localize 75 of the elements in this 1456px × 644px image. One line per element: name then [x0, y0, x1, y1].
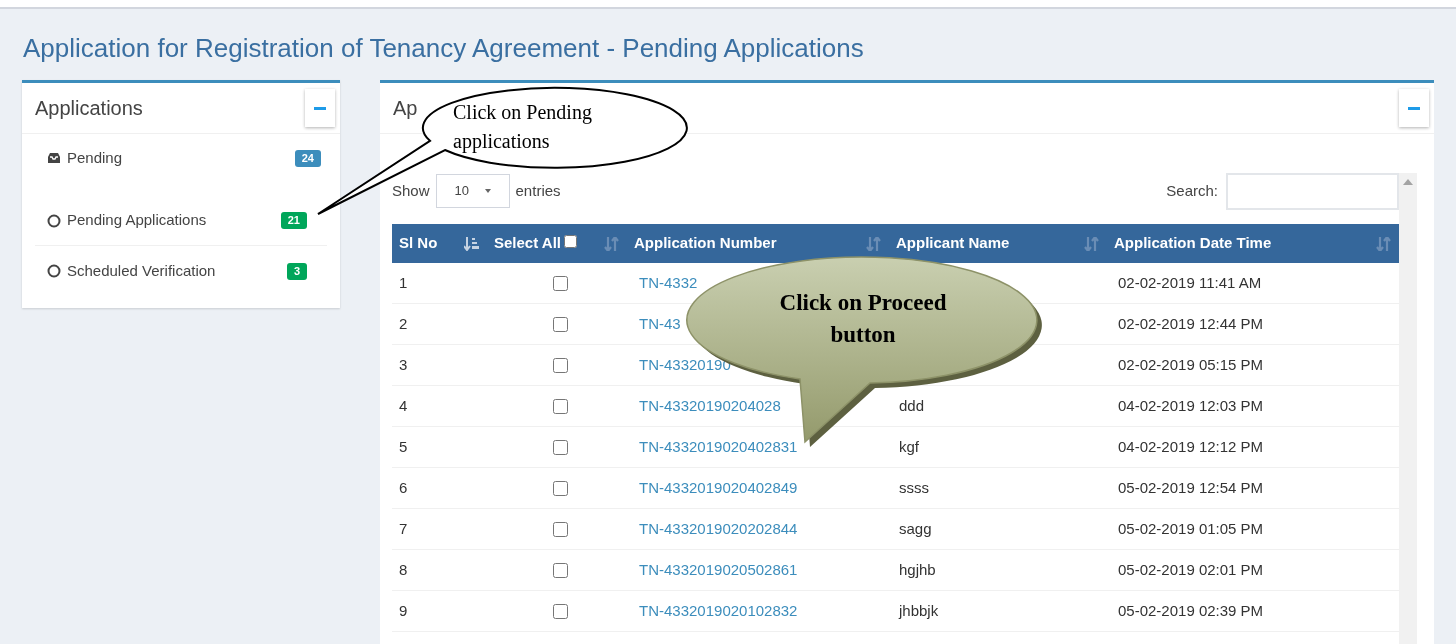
table-cell-text: 9: [398, 600, 409, 621]
row-checkbox[interactable]: [553, 398, 568, 414]
row-checkbox[interactable]: [553, 603, 568, 619]
entries-label: entries: [515, 180, 561, 201]
caret-icon: [484, 189, 491, 193]
table-cell-text: 6: [398, 477, 409, 498]
search-field[interactable]: [1226, 172, 1399, 210]
table-cell: 02-02-2019 12:44 PM: [1118, 314, 1264, 332]
table-cell: ssss: [899, 478, 929, 496]
application-link[interactable]: TN-4332019020402831: [639, 437, 798, 455]
table-cell: 04-02-2019 12:12 PM: [1118, 437, 1264, 455]
minus-icon: [314, 106, 326, 110]
application-link[interactable]: TN-4332: [639, 273, 698, 291]
application-link[interactable]: TN-4332019020402849: [639, 478, 798, 496]
panel-title: Applications: [35, 96, 143, 121]
row-checkbox[interactable]: [553, 316, 568, 332]
minus-icon: [1408, 106, 1420, 110]
row-checkbox[interactable]: [553, 562, 568, 578]
column-header[interactable]: Select All: [494, 232, 561, 255]
table-cell: ddd: [899, 396, 925, 414]
count-badge: 3: [286, 262, 307, 280]
table-cell-text: 4: [398, 395, 409, 416]
collapse-button[interactable]: [305, 89, 335, 127]
column-header[interactable]: Sl No: [399, 232, 438, 255]
application-link[interactable]: TN-4332019020202844: [639, 519, 798, 537]
select-all-checkbox[interactable]: [564, 235, 577, 248]
table-cell-text: 8: [398, 559, 409, 580]
table-cell-text: 1: [398, 272, 409, 293]
count-badge: 21: [280, 212, 307, 229]
table-cell-text: 3: [398, 354, 409, 375]
table-cell-text: 7: [398, 518, 409, 539]
table-cell: 05-02-2019 02:01 PM: [1118, 560, 1264, 578]
table-cell: 05-02-2019 02:39 PM: [1118, 601, 1264, 619]
column-header[interactable]: Application Number: [634, 232, 777, 255]
row-checkbox[interactable]: [553, 275, 568, 291]
collapse-button[interactable]: [1399, 89, 1429, 127]
table-cell: hgjhb: [899, 560, 936, 578]
table-cell: sagg: [899, 519, 932, 537]
application-link[interactable]: TN-4332019020502861: [639, 560, 798, 578]
application-link[interactable]: TN-43320190204028: [639, 396, 781, 414]
page-title: Application for Registration of Tenancy Agreement - Pending Applications: [22, 32, 865, 65]
column-header[interactable]: Applicant Name: [896, 232, 1010, 255]
search-label: Search:: [1166, 180, 1218, 201]
row-checkbox[interactable]: [553, 480, 568, 496]
sort-ascending-icon[interactable]: [464, 236, 479, 251]
scrollbar[interactable]: [1399, 173, 1417, 644]
table-cell: 02-02-2019 11:41 AM: [1118, 273, 1262, 291]
column-header[interactable]: Application Date Time: [1114, 232, 1272, 255]
menu-item[interactable]: Pending 24: [35, 134, 327, 182]
row-checkbox[interactable]: [553, 357, 568, 373]
scroll-up-icon: [1403, 179, 1413, 185]
table-cell-text: 5: [398, 436, 409, 457]
table-cell: kgf: [899, 437, 919, 455]
show-label: Show: [392, 180, 430, 201]
row-checkbox[interactable]: [553, 439, 568, 455]
table-cell: 05-02-2019 12:54 PM: [1118, 478, 1264, 496]
table-cell-text: 2: [398, 313, 409, 334]
callout-text: Click on Pending: [453, 100, 592, 126]
menu-item[interactable]: Scheduled Verification 3: [35, 246, 327, 296]
inbox-icon: [47, 152, 61, 164]
circle-icon: [47, 264, 61, 278]
row-checkbox[interactable]: [553, 521, 568, 537]
callout-text: applications: [453, 129, 551, 155]
panel-title: Ap: [393, 96, 418, 121]
table-cell: jhbbjk: [899, 601, 939, 619]
table-cell: 02-02-2019 05:15 PM: [1118, 355, 1264, 373]
circle-icon: [47, 213, 61, 228]
callout-text: button: [829, 321, 897, 349]
table-cell: 05-02-2019 01:05 PM: [1118, 519, 1264, 537]
table-cell: 04-02-2019 12:03 PM: [1118, 396, 1264, 414]
application-link[interactable]: TN-4332019020102832: [639, 601, 798, 619]
application-link[interactable]: TN-43320190: [639, 355, 731, 373]
page-size-select[interactable]: 10: [435, 174, 510, 208]
callout-text: Click on Proceed: [778, 289, 948, 317]
application-link[interactable]: TN-43: [639, 314, 681, 332]
